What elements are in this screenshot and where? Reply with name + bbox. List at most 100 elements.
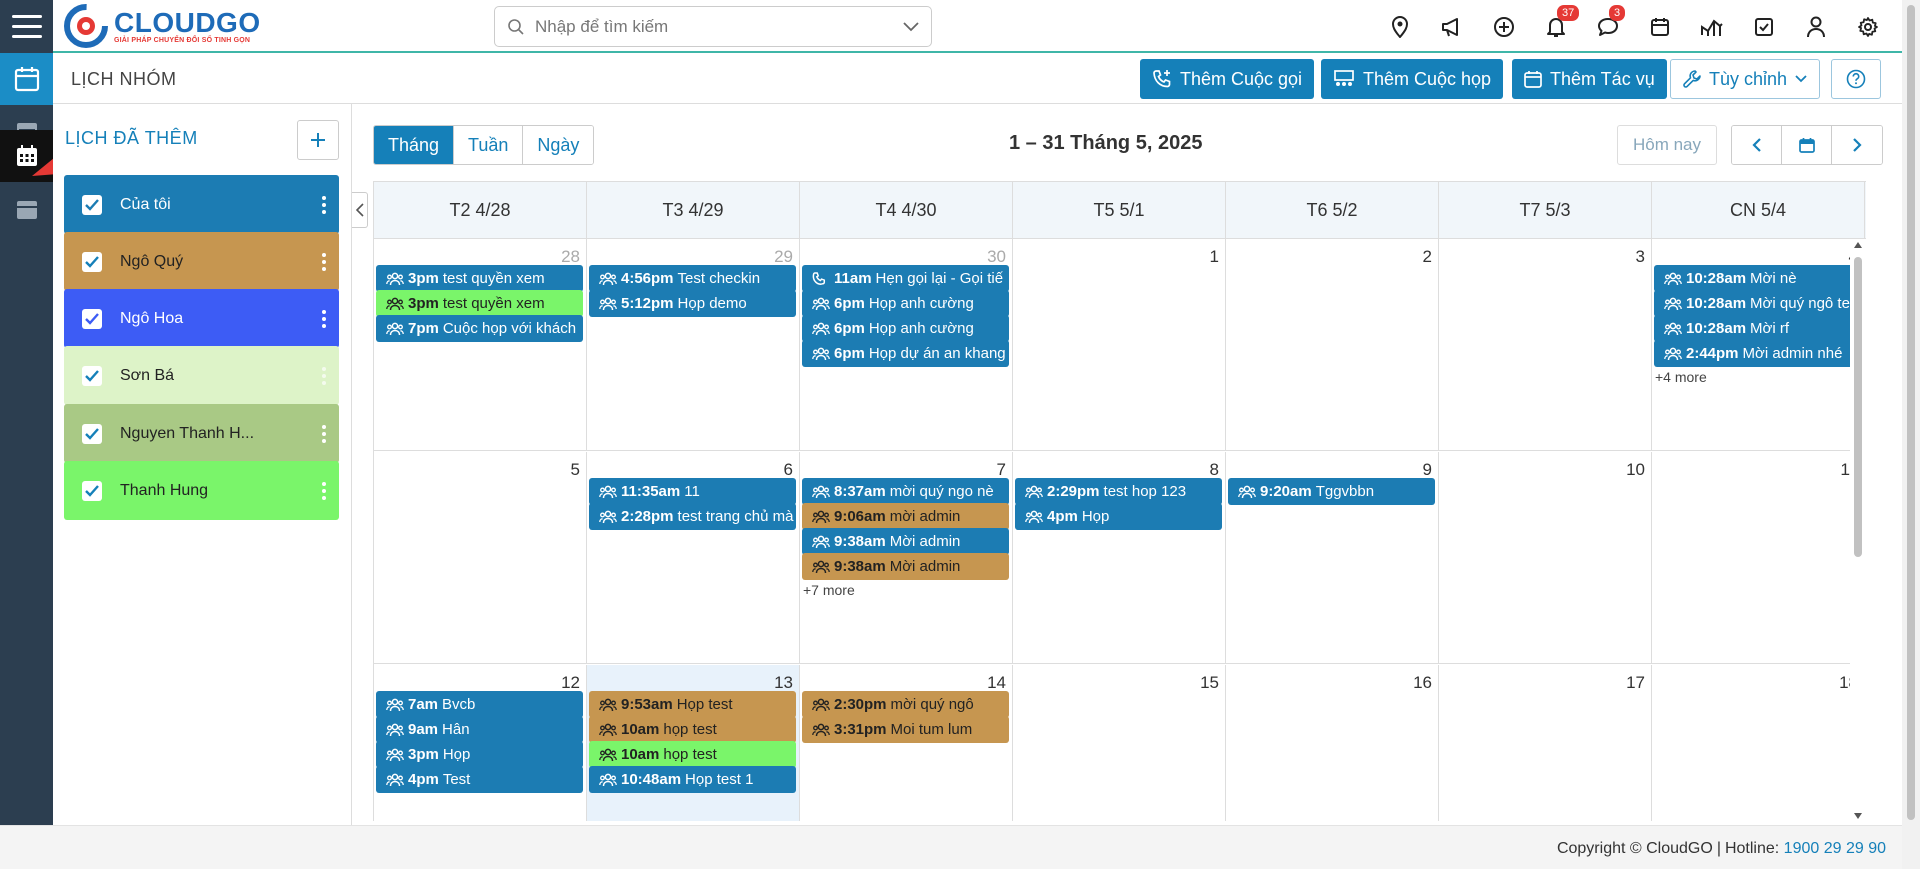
chart-icon[interactable]	[1686, 0, 1738, 53]
tab-week[interactable]: Tuần	[454, 126, 524, 164]
day-cell[interactable]: 8 2:29pm test hop 123 4pm Họp	[1013, 452, 1226, 664]
calendar-checkbox[interactable]	[82, 480, 102, 501]
day-number[interactable]: 15	[1200, 673, 1219, 693]
day-number[interactable]: 5	[571, 460, 580, 480]
calendar-event[interactable]: 10:28am Mời quý ngô test	[1654, 290, 1861, 317]
more-vertical-icon[interactable]	[309, 424, 339, 443]
more-vertical-icon[interactable]	[309, 481, 339, 500]
tab-month[interactable]: Tháng	[374, 126, 455, 164]
add-meeting-button[interactable]: Thêm Cuộc họp	[1321, 59, 1504, 99]
calendar-event[interactable]: 11am Hẹn gọi lại - Gọi tiế	[802, 265, 1009, 292]
calendar-event[interactable]: 6pm Họp anh cường	[802, 290, 1009, 317]
day-number[interactable]: 12	[561, 673, 580, 693]
task-check-icon[interactable]	[1738, 0, 1790, 53]
day-cell[interactable]: 2	[1226, 239, 1439, 451]
day-number[interactable]: 10	[1626, 460, 1645, 480]
calendar-event[interactable]: 10:28am Mời rf	[1654, 315, 1861, 342]
day-number[interactable]: 30	[987, 247, 1006, 267]
day-number[interactable]: 13	[774, 673, 793, 693]
day-cell[interactable]: 6 11:35am 11 2:28pm test trang chủ mà	[587, 452, 800, 664]
day-number[interactable]: 14	[987, 673, 1006, 693]
calendar-event[interactable]: 7am Bvcb	[376, 691, 583, 718]
day-cell[interactable]: 12 7am Bvcb 9am Hân 3pm Họp 4pm Test	[374, 665, 587, 821]
search-box[interactable]: Nhập để tìm kiếm	[494, 6, 932, 47]
day-cell[interactable]: 13 9:53am Họp test 10am họp test 10am họp test…	[587, 665, 800, 821]
bell-icon[interactable]: 37	[1530, 0, 1582, 53]
calendar-checkbox[interactable]	[82, 308, 102, 329]
day-number[interactable]: 6	[784, 460, 793, 480]
calendar-list-item[interactable]: Ngô Quý	[64, 232, 339, 291]
calendar-event[interactable]: 4:56pm Test checkin	[589, 265, 796, 292]
calendar-event[interactable]: 3:31pm Moi tum lum	[802, 716, 1009, 743]
location-icon[interactable]	[1374, 0, 1426, 53]
calendar-event[interactable]: 4pm Họp	[1015, 503, 1222, 530]
calendar-event[interactable]: 2:30pm mời quý ngô	[802, 691, 1009, 718]
day-cell[interactable]: 14 2:30pm mời quý ngô 3:31pm Moi tum lum	[800, 665, 1013, 821]
user-icon[interactable]	[1790, 0, 1842, 53]
grid-scrollbar[interactable]	[1850, 239, 1866, 821]
calendar-event[interactable]: 2:28pm test trang chủ mà	[589, 503, 796, 530]
calendar-event[interactable]: 5:12pm Họp demo	[589, 290, 796, 317]
calendar-checkbox[interactable]	[82, 365, 102, 386]
day-cell[interactable]: 410:28amMời nè10:28amMời quý ngô test10:…	[1652, 239, 1865, 451]
day-cell[interactable]: 11	[1652, 452, 1865, 664]
calendar-list-item[interactable]: Sơn Bá	[64, 346, 339, 405]
more-vertical-icon[interactable]	[309, 195, 339, 214]
more-events-link[interactable]: +7 more	[803, 582, 855, 598]
today-button[interactable]: Hôm nay	[1617, 125, 1717, 165]
day-cell[interactable]: 15	[1013, 665, 1226, 821]
chat-icon[interactable]: 3	[1582, 0, 1634, 53]
calendar-checkbox[interactable]	[82, 194, 102, 215]
day-cell[interactable]: 18	[1652, 665, 1865, 821]
plus-circle-icon[interactable]	[1478, 0, 1530, 53]
add-calendar-button[interactable]	[297, 120, 339, 160]
calendar-event[interactable]: 8:37am mời quý ngo nè	[802, 478, 1009, 505]
calendar-event[interactable]: 6pm Họp dự án an khang	[802, 340, 1009, 367]
add-task-button[interactable]: Thêm Tác vụ	[1512, 59, 1667, 99]
day-cell[interactable]: 30 11am Hẹn gọi lại - Gọi tiế 6pm Họp anh cư…	[800, 239, 1013, 451]
calendar-checkbox[interactable]	[82, 251, 102, 272]
calendar-list-item[interactable]: Ngô Hoa	[64, 289, 339, 348]
calendar-event[interactable]: 3pm test quyền xem	[376, 290, 583, 317]
rail-calendar-icon[interactable]	[0, 53, 53, 105]
calendar-list-item[interactable]: Thanh Hung	[64, 461, 339, 520]
day-number[interactable]: 29	[774, 247, 793, 267]
day-number[interactable]: 17	[1626, 673, 1645, 693]
gear-icon[interactable]	[1842, 0, 1894, 53]
day-cell[interactable]: 1	[1013, 239, 1226, 451]
day-cell[interactable]: 3	[1439, 239, 1652, 451]
day-cell[interactable]: 7 8:37am mời quý ngo nè 9:06am mời admin 9:38…	[800, 452, 1013, 664]
calendar-event[interactable]: 2:29pm test hop 123	[1015, 478, 1222, 505]
day-number[interactable]: 9	[1423, 460, 1432, 480]
day-number[interactable]: 8	[1210, 460, 1219, 480]
calendar-list-item[interactable]: Nguyen Thanh H...	[64, 404, 339, 463]
search-input[interactable]: Nhập để tìm kiếm	[535, 17, 903, 37]
day-number[interactable]: 2	[1423, 247, 1432, 267]
rail-calendar-blank-icon[interactable]	[0, 183, 53, 235]
menu-icon[interactable]	[0, 0, 53, 53]
hotline-link[interactable]: 1900 29 29 90	[1784, 840, 1886, 857]
day-cell[interactable]: 17	[1439, 665, 1652, 821]
calendar-event[interactable]: 11:35am 11	[589, 478, 796, 505]
calendar-event[interactable]: 10:28am Mời nè	[1654, 265, 1861, 292]
more-events-link[interactable]: +4 more	[1655, 369, 1707, 385]
chevron-down-icon[interactable]	[903, 21, 919, 32]
help-button[interactable]	[1831, 59, 1881, 99]
calendar-event[interactable]: 9:38am Mời admin	[802, 553, 1009, 580]
day-number[interactable]: 1	[1210, 247, 1219, 267]
prev-button[interactable]	[1732, 126, 1782, 164]
more-vertical-icon[interactable]	[309, 309, 339, 328]
calendar-event[interactable]: 9am Hân	[376, 716, 583, 743]
calendar-checkbox[interactable]	[82, 423, 102, 444]
calendar-event[interactable]: 9:53am Họp test	[589, 691, 796, 718]
calendar-event[interactable]: 3pm test quyền xem	[376, 265, 583, 292]
customize-button[interactable]: Tùy chỉnh	[1670, 59, 1821, 99]
calendar-icon[interactable]	[1634, 0, 1686, 53]
day-cell[interactable]: 9 9:20am Tggvbbn	[1226, 452, 1439, 664]
day-number[interactable]: 3	[1636, 247, 1645, 267]
add-call-button[interactable]: Thêm Cuộc gọi	[1140, 59, 1315, 99]
day-cell[interactable]: 28 3pm test quyền xem 3pm test quyền xem 7pm C…	[374, 239, 587, 451]
calendar-event[interactable]: 6pm Họp anh cường	[802, 315, 1009, 342]
more-vertical-icon[interactable]	[309, 366, 339, 385]
calendar-event[interactable]: 4pm Test	[376, 766, 583, 793]
